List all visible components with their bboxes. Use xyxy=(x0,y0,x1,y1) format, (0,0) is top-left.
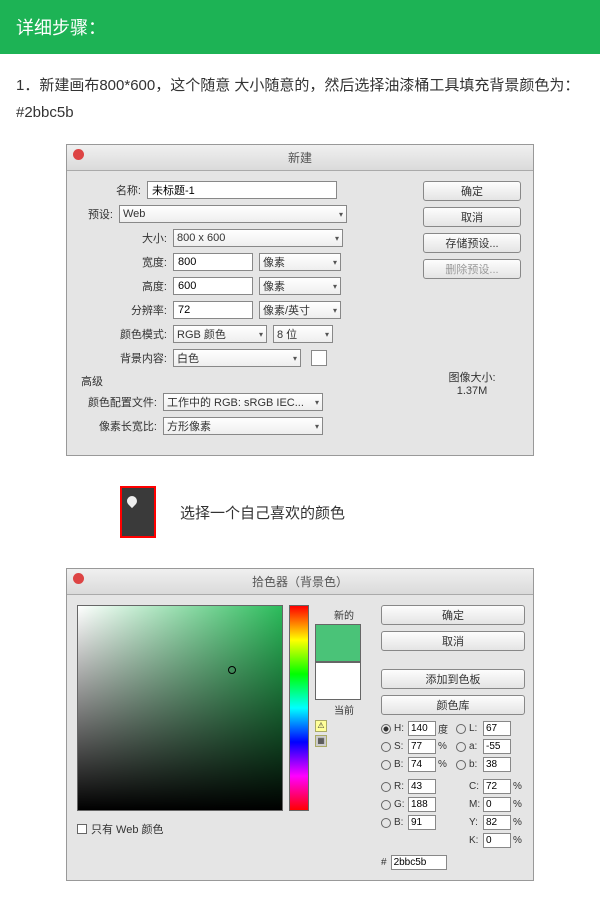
bl-input[interactable] xyxy=(408,815,436,830)
cancel-button[interactable]: 取消 xyxy=(423,207,521,227)
webonly-label: 只有 Web 颜色 xyxy=(91,821,164,837)
hue-slider[interactable] xyxy=(289,605,309,811)
new-color-swatch xyxy=(315,624,361,662)
preset-select[interactable]: Web xyxy=(119,205,347,223)
r-radio[interactable] xyxy=(381,782,391,792)
picker-title: 拾色器（背景色） xyxy=(67,569,533,595)
gamut-warning-icon[interactable]: ⚠ xyxy=(315,720,327,732)
resolution-input[interactable] xyxy=(173,301,253,319)
imagesize-value: 1.37M xyxy=(423,385,521,397)
name-label: 名称: xyxy=(79,182,147,198)
bgcontent-label: 背景内容: xyxy=(105,350,173,366)
b-radio[interactable] xyxy=(381,760,391,770)
choose-color-text: 选择一个自己喜欢的颜色 xyxy=(180,502,345,523)
close-icon[interactable] xyxy=(73,149,84,160)
l-input[interactable] xyxy=(483,721,511,736)
g-input[interactable] xyxy=(408,797,436,812)
websafe-warning-icon[interactable]: ▦ xyxy=(315,735,327,747)
ok-button[interactable]: 确定 xyxy=(423,181,521,201)
h-radio[interactable] xyxy=(381,724,391,734)
height-label: 高度: xyxy=(105,278,173,294)
advanced-label: 高级 xyxy=(81,373,415,389)
bitdepth-select[interactable]: 8 位 xyxy=(273,325,333,343)
a-input[interactable] xyxy=(483,739,511,754)
s-input[interactable] xyxy=(408,739,436,754)
b-input[interactable] xyxy=(408,757,436,772)
color-cursor-icon xyxy=(228,666,236,674)
s-radio[interactable] xyxy=(381,742,391,752)
height-unit-select[interactable]: 像素 xyxy=(259,277,341,295)
colormode-label: 颜色模式: xyxy=(105,326,173,342)
width-input[interactable] xyxy=(173,253,253,271)
new-document-dialog: 新建 名称: 预设: Web 大小: 800 x 600 宽度: 像素 xyxy=(66,144,534,456)
color-field[interactable] xyxy=(77,605,283,811)
add-swatch-button[interactable]: 添加到色板 xyxy=(381,669,525,689)
h-input[interactable] xyxy=(408,721,436,736)
k-input[interactable] xyxy=(483,833,511,848)
name-input[interactable] xyxy=(147,181,337,199)
resolution-unit-select[interactable]: 像素/英寸 xyxy=(259,301,341,319)
imagesize-label: 图像大小: xyxy=(423,369,521,385)
profile-select[interactable]: 工作中的 RGB: sRGB IEC... xyxy=(163,393,323,411)
close-icon[interactable] xyxy=(73,573,84,584)
m-input[interactable] xyxy=(483,797,511,812)
preset-label: 预设: xyxy=(79,206,119,222)
current-color-label: 当前 xyxy=(315,702,373,717)
picker-ok-button[interactable]: 确定 xyxy=(381,605,525,625)
colormode-select[interactable]: RGB 颜色 xyxy=(173,325,267,343)
l-radio[interactable] xyxy=(456,724,466,734)
webonly-checkbox[interactable] xyxy=(77,824,87,834)
picker-cancel-button[interactable]: 取消 xyxy=(381,631,525,651)
size-label: 大小: xyxy=(105,230,173,246)
save-preset-button[interactable]: 存储预设... xyxy=(423,233,521,253)
bgcolor-swatch[interactable] xyxy=(311,350,327,366)
y-input[interactable] xyxy=(483,815,511,830)
aspect-label: 像素长宽比: xyxy=(79,418,163,434)
c-input[interactable] xyxy=(483,779,511,794)
step-1-text: 1．新建画布800*600，这个随意 大小随意的，然后选择油漆桶工具填充背景颜色… xyxy=(0,54,600,144)
width-unit-select[interactable]: 像素 xyxy=(259,253,341,271)
delete-preset-button: 删除预设... xyxy=(423,259,521,279)
resolution-label: 分辨率: xyxy=(105,302,173,318)
height-input[interactable] xyxy=(173,277,253,295)
new-color-label: 新的 xyxy=(315,607,373,622)
dialog-title: 新建 xyxy=(67,145,533,171)
lab-b-input[interactable] xyxy=(483,757,511,772)
r-input[interactable] xyxy=(408,779,436,794)
width-label: 宽度: xyxy=(105,254,173,270)
g-radio[interactable] xyxy=(381,800,391,810)
bgcontent-select[interactable]: 白色 xyxy=(173,349,301,367)
aspect-select[interactable]: 方形像素 xyxy=(163,417,323,435)
current-color-swatch xyxy=(315,662,361,700)
size-select[interactable]: 800 x 600 xyxy=(173,229,343,247)
bl-radio[interactable] xyxy=(381,818,391,828)
color-picker-dialog: 拾色器（背景色） 新的 当前 ⚠ ▦ 只有 Web 颜色 确定 xyxy=(66,568,534,881)
profile-label: 颜色配置文件: xyxy=(79,394,163,410)
lab-b-radio[interactable] xyxy=(456,760,466,770)
paint-bucket-tool-icon xyxy=(120,486,156,538)
hex-input[interactable] xyxy=(391,855,447,870)
page-header: 详细步骤： xyxy=(0,0,600,54)
a-radio[interactable] xyxy=(456,742,466,752)
color-libraries-button[interactable]: 颜色库 xyxy=(381,695,525,715)
